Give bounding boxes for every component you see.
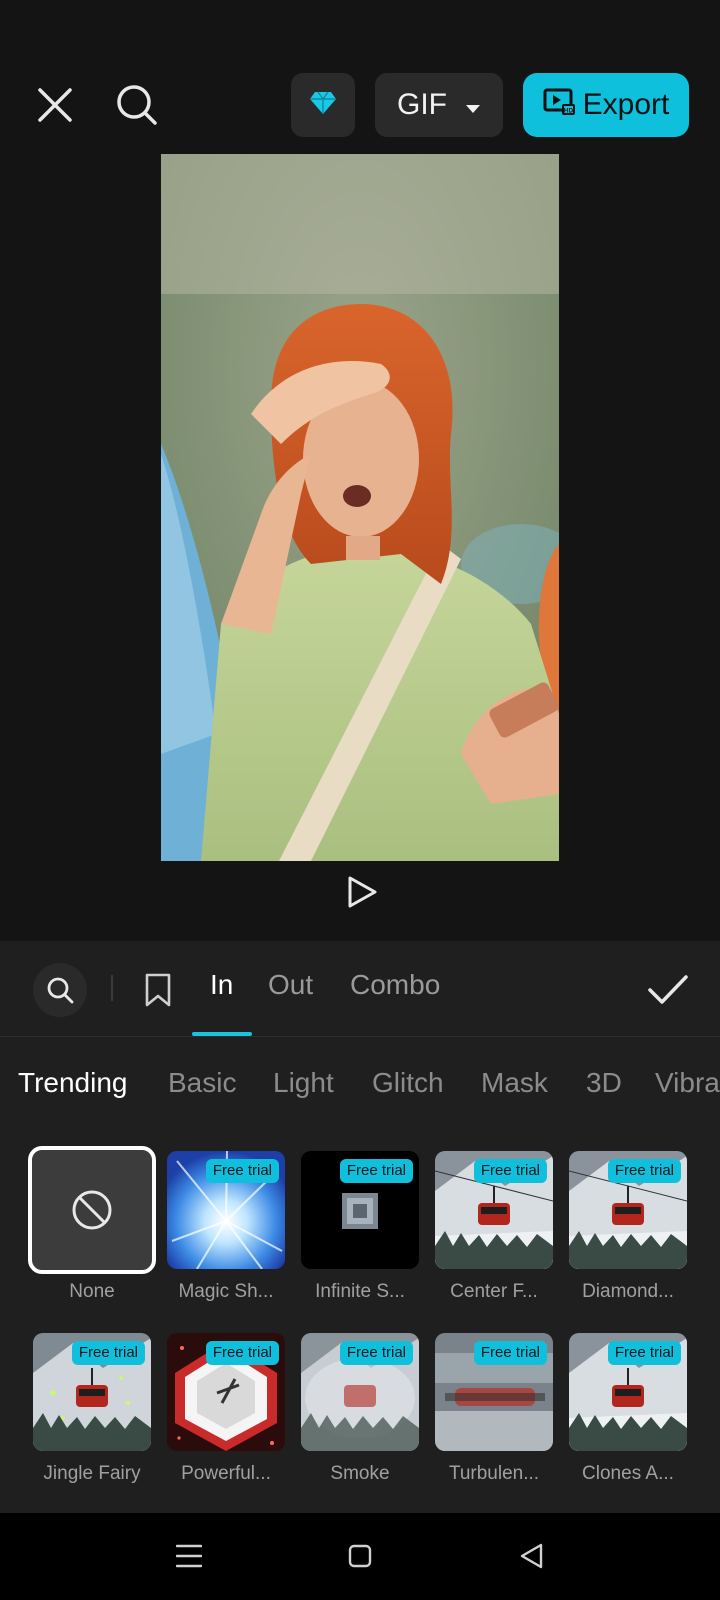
effect-label: Powerful... [181,1463,271,1484]
free-trial-badge: Free trial [473,1341,547,1365]
search-icon[interactable] [33,963,87,1017]
preview-area [0,150,720,940]
diamond-icon [309,91,337,120]
format-label: GIF [397,88,447,121]
pro-button[interactable] [291,73,355,137]
category-mask[interactable]: Mask [481,1067,548,1099]
effect-label: None [69,1281,115,1302]
export-button[interactable]: HD Export [523,73,689,137]
category-basic[interactable]: Basic [168,1067,236,1099]
export-icon: HD [543,87,575,123]
free-trial-badge: Free trial [205,1159,279,1183]
effect-label: Smoke [330,1463,390,1484]
format-dropdown[interactable]: GIF [375,73,503,137]
top-toolbar: GIF HD Export [0,0,720,150]
effect-label: Magic Sh... [178,1281,274,1302]
effect-label: Diamond... [582,1281,674,1302]
category-3d[interactable]: 3D [586,1067,622,1099]
animation-tabs: In Out Combo [0,941,720,1037]
tab-in[interactable]: In [210,969,233,1001]
category-glitch[interactable]: Glitch [372,1067,444,1099]
divider [111,975,113,1001]
active-tab-indicator [192,1032,252,1036]
effect-label: Clones A... [582,1463,674,1484]
caret-down-icon [465,88,481,122]
back-icon[interactable] [508,1533,554,1579]
free-trial-badge: Free trial [339,1159,413,1183]
effect-label: Jingle Fairy [43,1463,141,1484]
category-vibra[interactable]: Vibra [655,1067,720,1099]
svg-text:HD: HD [563,108,573,115]
free-trial-badge: Free trial [205,1341,279,1365]
effect-label: Turbulen... [448,1463,540,1484]
play-icon[interactable] [340,870,384,914]
close-icon[interactable] [30,80,80,130]
export-label: Export [582,88,670,121]
tab-combo[interactable]: Combo [350,969,440,1001]
category-tabs: Trending Basic Light Glitch Mask 3D Vibr… [0,1037,720,1133]
video-preview[interactable] [161,154,559,861]
category-trending[interactable]: Trending [18,1067,127,1099]
free-trial-badge: Free trial [71,1341,145,1365]
effect-label: Infinite S... [315,1281,405,1302]
category-light[interactable]: Light [273,1067,334,1099]
none-icon [70,1188,114,1232]
checkmark-icon[interactable] [640,961,696,1017]
effect-label: Center F... [450,1281,538,1302]
home-icon[interactable] [337,1533,383,1579]
animation-panel: In Out Combo Trending Basic Light Glitch… [0,941,720,1513]
free-trial-badge: Free trial [607,1159,681,1183]
bookmark-icon[interactable] [134,963,182,1017]
effect-thumbnail [28,1146,156,1274]
search-icon[interactable] [110,78,164,132]
system-navigation-bar [0,1513,720,1600]
tab-out[interactable]: Out [268,969,313,1001]
free-trial-badge: Free trial [473,1159,547,1183]
free-trial-badge: Free trial [607,1341,681,1365]
menu-icon[interactable] [166,1533,212,1579]
free-trial-badge: Free trial [339,1341,413,1365]
